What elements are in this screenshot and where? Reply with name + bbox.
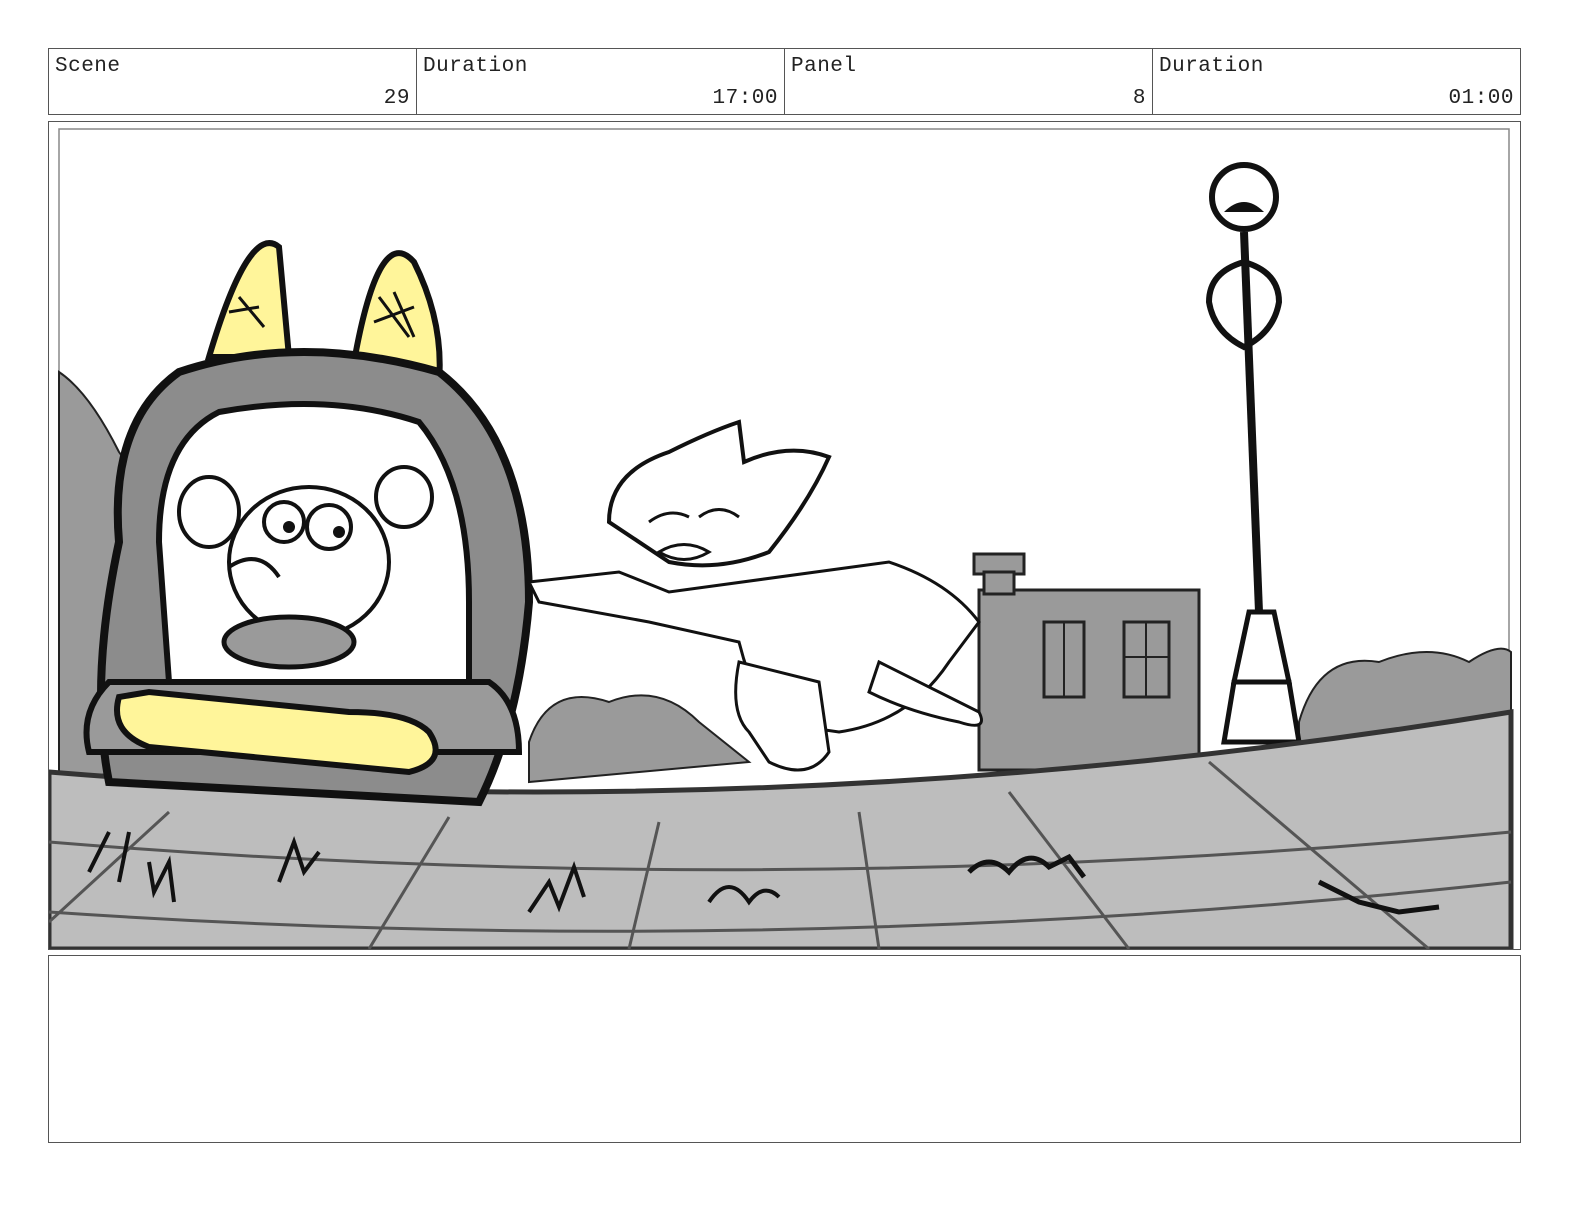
panel-duration-value: 01:00 [1448,87,1514,110]
panel-notes [48,955,1521,1143]
scene-value: 29 [383,87,410,110]
scene-label: Scene [55,55,121,78]
panel-cell: Panel 8 [785,49,1153,114]
storyboard-panel-image [48,121,1521,950]
panel-value: 8 [1132,87,1146,110]
lamp-post-drawing [1205,162,1302,745]
scene-duration-label: Duration [423,55,528,78]
scene-duration-cell: Duration 17:00 [417,49,785,114]
scene-cell: Scene 29 [49,49,417,114]
storyboard-header: Scene 29 Duration 17:00 Panel 8 Duration… [48,48,1521,115]
house-drawing [972,552,1201,772]
pod-car-drawing [83,240,534,807]
panel-duration-label: Duration [1159,55,1264,78]
panel-label: Panel [791,55,857,78]
scene-duration-value: 17:00 [712,87,778,110]
panel-sketch [49,128,1514,949]
panel-duration-cell: Duration 01:00 [1153,49,1520,114]
